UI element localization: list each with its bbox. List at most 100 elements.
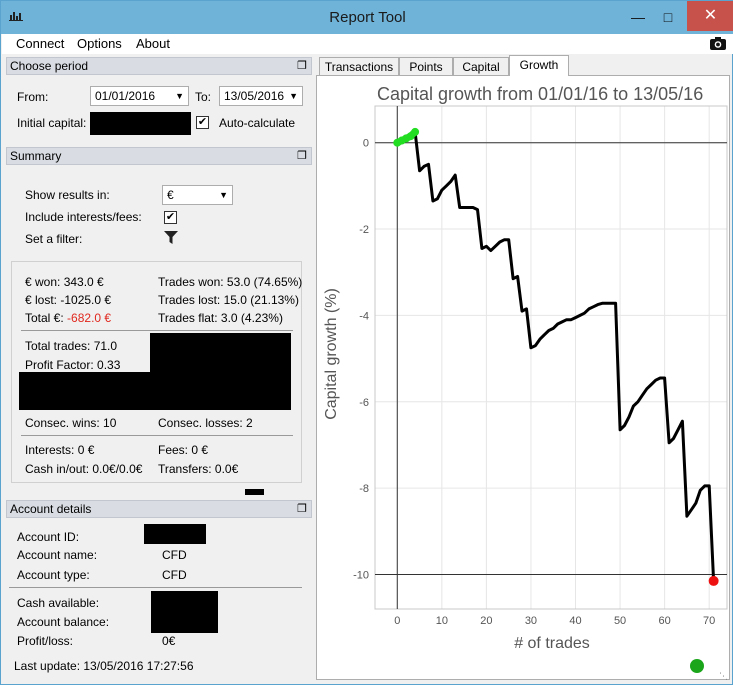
growth-line (396, 130, 716, 581)
initial-capital-input[interactable] (90, 112, 191, 135)
account-name-value: CFD (162, 548, 187, 562)
total-euro-label: Total €: (25, 311, 64, 325)
choose-period-header: Choose period ❐ (6, 57, 312, 75)
total-euro-value: -682.0 € (67, 311, 112, 325)
undock-icon[interactable]: ❐ (297, 148, 307, 164)
title-bar: Report Tool — □ ✕ (1, 1, 733, 34)
x-tick-label: 50 (614, 615, 626, 627)
divider (21, 330, 293, 331)
last-update-status: Last update: 13/05/2016 17:27:56 (14, 659, 194, 673)
x-tick-label: 0 (394, 615, 400, 627)
minimize-button[interactable]: — (625, 7, 651, 27)
to-label: To: (195, 90, 212, 104)
auto-calculate-label: Auto-calculate (219, 116, 296, 130)
set-filter-label: Set a filter: (25, 232, 83, 246)
consec-losses: Consec. losses: 2 (158, 416, 253, 430)
camera-icon[interactable] (709, 36, 727, 54)
growth-chart-panel: 0 10 20 30 40 50 60 70 0 -2 -4 -6 -8 -10 Capital grow… (316, 75, 730, 680)
include-interests-checkbox[interactable]: ✔ (164, 211, 177, 224)
chart-grid (375, 106, 727, 609)
total-trades: Total trades: 71.0 (25, 339, 118, 353)
account-details-title: Account details (10, 502, 92, 516)
to-date-combo[interactable]: 13/05/2016 ▼ (219, 86, 303, 106)
interests: Interests: 0 € (25, 443, 95, 457)
tab-growth[interactable]: Growth (509, 55, 569, 76)
x-tick-label: 20 (480, 615, 492, 627)
y-tick-label: 0 (363, 138, 369, 150)
divider (21, 435, 293, 436)
tab-capital[interactable]: Capital (453, 57, 509, 76)
cash-in-out: Cash in/out: 0.0€/0.0€ (25, 462, 143, 476)
growth-chart: 0 10 20 30 40 50 60 70 0 -2 -4 -6 -8 -10 Capital grow… (323, 84, 728, 652)
chevron-down-icon: ▼ (289, 91, 298, 101)
transfers: Transfers: 0.0€ (158, 462, 239, 476)
account-type-value: CFD (162, 568, 187, 582)
account-details-header: Account details ❐ (6, 500, 312, 518)
profit-loss-label: Profit/loss: (17, 634, 74, 648)
end-point-marker (708, 575, 719, 586)
y-tick-label: -10 (353, 569, 369, 581)
menu-bar: Connect Options About (2, 34, 733, 54)
x-tick-label: 10 (436, 615, 448, 627)
connection-status-indicator (690, 659, 704, 673)
chart-ticks: 0 10 20 30 40 50 60 70 0 -2 -4 -6 -8 -10 (353, 138, 715, 627)
divider (9, 587, 302, 588)
x-tick-label: 40 (569, 615, 581, 627)
from-date-value: 01/01/2016 (95, 89, 156, 103)
from-date-combo[interactable]: 01/01/2016 ▼ (90, 86, 189, 106)
currency-combo[interactable]: € ▼ (162, 185, 233, 205)
trades-lost: Trades lost: 15.0 (21.13%) (158, 293, 299, 307)
y-tick-label: -2 (359, 224, 369, 236)
cash-available-label: Cash available: (17, 596, 100, 610)
consec-wins: Consec. wins: 10 (25, 416, 117, 430)
menu-about[interactable]: About (136, 36, 170, 51)
initial-capital-label: Initial capital: (17, 116, 87, 130)
from-label: From: (17, 90, 49, 104)
to-date-value: 13/05/2016 (224, 89, 285, 103)
menu-connect[interactable]: Connect (16, 36, 64, 51)
currency-value: € (167, 188, 174, 202)
account-type-label: Account type: (17, 568, 90, 582)
tab-transactions[interactable]: Transactions (319, 57, 399, 76)
y-tick-label: -8 (359, 483, 369, 495)
redacted-block (19, 372, 154, 410)
report-tool-window: Report Tool — □ ✕ Connect Options About … (0, 0, 733, 685)
highlight-point (411, 127, 420, 136)
close-button[interactable]: ✕ (687, 1, 733, 31)
profit-factor: Profit Factor: 0.33 (25, 358, 121, 372)
x-tick-label: 60 (658, 615, 670, 627)
y-tick-label: -4 (359, 310, 369, 322)
profit-loss-value: 0€ (162, 634, 176, 648)
y-tick-label: -6 (359, 397, 369, 409)
account-id-value (144, 524, 206, 544)
trades-flat: Trades flat: 3.0 (4.23%) (158, 311, 283, 325)
account-balance-label: Account balance: (17, 615, 110, 629)
chart-axes (374, 105, 728, 610)
filter-icon[interactable] (164, 230, 178, 248)
account-name-label: Account name: (17, 548, 98, 562)
account-id-label: Account ID: (17, 530, 80, 544)
menu-options[interactable]: Options (77, 36, 122, 51)
fees: Fees: 0 € (158, 443, 209, 457)
resize-grip-icon[interactable]: ⋱ (719, 671, 728, 682)
euro-won: € won: 343.0 € (25, 275, 104, 289)
redacted-block (150, 333, 291, 410)
choose-period-title: Choose period (10, 59, 89, 73)
redacted-block (245, 489, 264, 495)
undock-icon[interactable]: ❐ (297, 58, 307, 74)
x-tick-label: 30 (525, 615, 537, 627)
chevron-down-icon: ▼ (219, 190, 228, 200)
chart-y-axis-label: Capital growth (%) (323, 288, 340, 420)
undock-icon[interactable]: ❐ (297, 501, 307, 517)
redacted-block (151, 591, 218, 633)
tab-points[interactable]: Points (399, 57, 453, 76)
trades-won: Trades won: 53.0 (74.65%) (158, 275, 303, 289)
summary-header: Summary ❐ (6, 147, 312, 165)
auto-calculate-checkbox[interactable]: ✔ (196, 116, 209, 129)
x-tick-label: 70 (703, 615, 715, 627)
chart-x-axis-label: # of trades (514, 635, 590, 652)
euro-lost: € lost: -1025.0 € (25, 293, 112, 307)
maximize-button[interactable]: □ (655, 7, 681, 27)
total-euro: Total €: -682.0 € (25, 311, 111, 325)
chart-title: Capital growth from 01/01/16 to 13/05/16 (377, 84, 703, 104)
